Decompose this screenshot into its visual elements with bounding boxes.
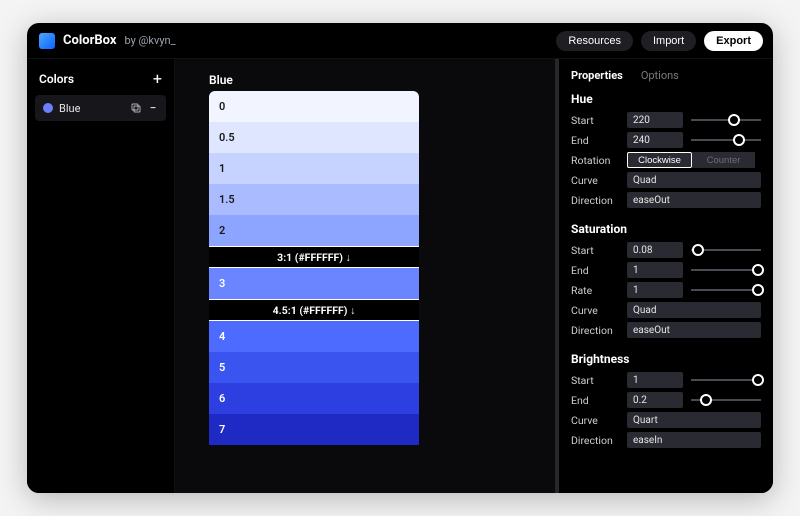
ramp-step[interactable]: 4 (209, 321, 419, 352)
ramp-step[interactable]: 0.5 (209, 122, 419, 153)
hue-start-label: Start (571, 114, 619, 127)
hue-direction-label: Direction (571, 194, 619, 207)
sidebar-header: Colors + (35, 69, 166, 95)
hue-rotation-cw[interactable]: Clockwise (627, 152, 692, 168)
bri-end-input[interactable] (627, 392, 683, 408)
ramp-step[interactable]: 6 (209, 383, 419, 414)
sat-rate-input[interactable] (627, 282, 683, 298)
sat-direction-select[interactable]: easeOut (627, 322, 761, 338)
sat-start-slider[interactable] (691, 242, 761, 258)
export-button[interactable]: Export (704, 31, 763, 51)
sidebar: Colors + Blue − (27, 59, 175, 493)
contrast-marker: 3:1 (#FFFFFF) ↓ (209, 246, 419, 268)
header-bar: ColorBox by @kvyn_ Resources Import Expo… (27, 23, 773, 59)
section-hue: Hue Start End Rotation Clockwise Counter (571, 92, 761, 208)
sat-curve-select[interactable]: Quad (627, 302, 761, 318)
bri-end-slider[interactable] (691, 392, 761, 408)
bri-start-slider[interactable] (691, 372, 761, 388)
section-title-brightness: Brightness (571, 352, 761, 366)
bri-end-label: End (571, 394, 619, 407)
add-color-button[interactable]: + (153, 71, 162, 87)
ramp-step[interactable]: 5 (209, 352, 419, 383)
sat-start-label: Start (571, 244, 619, 257)
hue-rotation-ccw[interactable]: Counter (692, 152, 755, 168)
section-title-saturation: Saturation (571, 222, 761, 236)
sat-end-input[interactable] (627, 262, 683, 278)
sidebar-item-blue[interactable]: Blue − (35, 95, 166, 121)
hue-end-slider[interactable] (691, 132, 761, 148)
remove-color-button[interactable]: − (148, 101, 158, 115)
ramp-step[interactable]: 7 (209, 414, 419, 445)
contrast-marker: 4.5:1 (#FFFFFF) ↓ (209, 299, 419, 321)
bri-start-label: Start (571, 374, 619, 387)
section-brightness: Brightness Start End Curve Quart Directi… (571, 352, 761, 448)
hue-start-slider[interactable] (691, 112, 761, 128)
section-saturation: Saturation Start End Rate Curv (571, 222, 761, 338)
canvas: Blue 00.511.523:1 (#FFFFFF) ↓34.5:1 (#FF… (175, 59, 555, 493)
section-title-hue: Hue (571, 92, 761, 106)
hue-curve-select[interactable]: Quad (627, 172, 761, 188)
app-title: ColorBox (63, 33, 117, 48)
panel-tabs: Properties Options (571, 67, 761, 92)
tab-properties[interactable]: Properties (571, 69, 623, 82)
tab-options[interactable]: Options (641, 69, 679, 82)
hue-end-label: End (571, 134, 619, 147)
body: Colors + Blue − Blue 00.511.523:1 (#FFFF… (27, 59, 773, 493)
ramp-step[interactable]: 3 (209, 268, 419, 299)
import-button[interactable]: Import (641, 31, 696, 51)
app-byline: by @kvyn_ (125, 34, 176, 47)
sat-end-label: End (571, 264, 619, 277)
ramp-step[interactable]: 1.5 (209, 184, 419, 215)
ramp-step[interactable]: 0 (209, 91, 419, 122)
color-ramp: 00.511.523:1 (#FFFFFF) ↓34.5:1 (#FFFFFF)… (209, 91, 419, 445)
hue-curve-label: Curve (571, 174, 619, 187)
sat-rate-slider[interactable] (691, 282, 761, 298)
bri-direction-label: Direction (571, 434, 619, 447)
sat-direction-label: Direction (571, 324, 619, 337)
sidebar-item-label: Blue (59, 102, 124, 115)
color-swatch-icon (43, 103, 53, 113)
sat-rate-label: Rate (571, 284, 619, 297)
ramp-step[interactable]: 1 (209, 153, 419, 184)
sat-start-input[interactable] (627, 242, 683, 258)
hue-rotation-segmented: Clockwise Counter (627, 152, 755, 168)
bri-start-input[interactable] (627, 372, 683, 388)
bri-direction-select[interactable]: easeIn (627, 432, 761, 448)
properties-panel: Properties Options Hue Start End Rotatio… (555, 59, 773, 493)
resources-button[interactable]: Resources (556, 31, 633, 51)
hue-end-input[interactable] (627, 132, 683, 148)
app-window: ColorBox by @kvyn_ Resources Import Expo… (27, 23, 773, 493)
app-logo-icon (39, 33, 55, 49)
hue-rotation-label: Rotation (571, 154, 619, 167)
ramp-step[interactable]: 2 (209, 215, 419, 246)
sat-end-slider[interactable] (691, 262, 761, 278)
ramp-title: Blue (209, 73, 515, 87)
sat-curve-label: Curve (571, 304, 619, 317)
bri-curve-select[interactable]: Quart (627, 412, 761, 428)
sidebar-title: Colors (39, 72, 74, 86)
hue-start-input[interactable] (627, 112, 683, 128)
hue-direction-select[interactable]: easeOut (627, 192, 761, 208)
duplicate-icon[interactable] (130, 102, 142, 114)
bri-curve-label: Curve (571, 414, 619, 427)
